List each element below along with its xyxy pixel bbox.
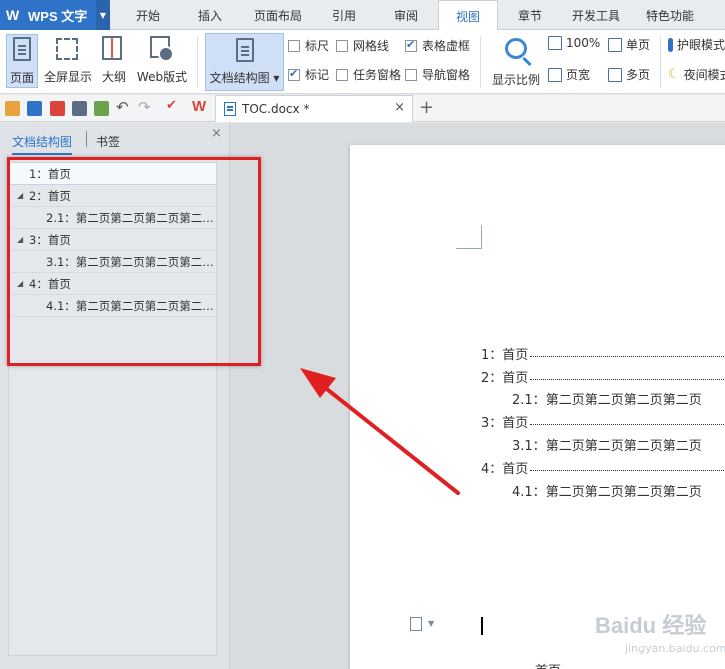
watermark-url: jingyan.baidu.com	[625, 642, 725, 655]
baidu-watermark: Baidu 经验 jingyan.baidu.com	[585, 608, 725, 668]
annotation-arrow	[300, 368, 460, 495]
watermark-title: Baidu 经验	[595, 613, 707, 638]
